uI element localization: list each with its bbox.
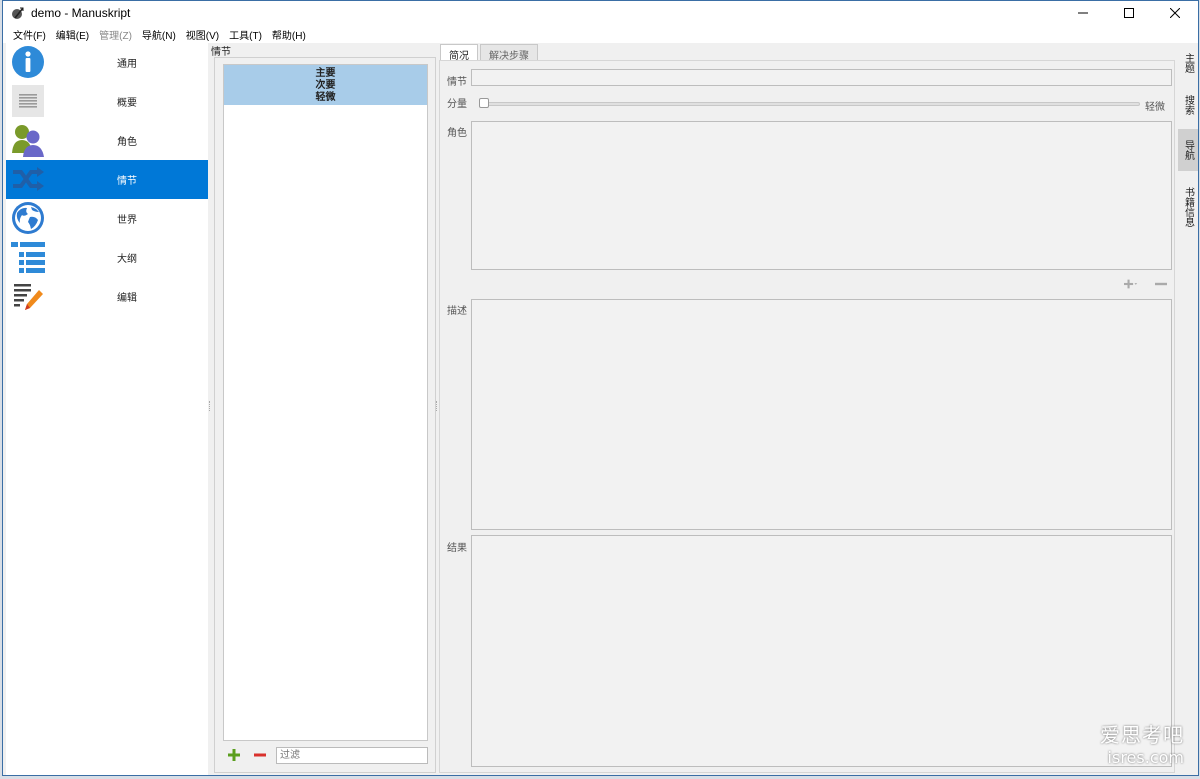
tab-book-info[interactable]: 书籍信息 [1178,177,1198,237]
detail-tabs: 简况 解决步骤 [440,44,540,62]
sidebar-item-label: 大纲 [117,254,137,265]
close-button[interactable] [1152,1,1198,25]
tab-search[interactable]: 搜索 [1178,87,1198,123]
plots-pane: 主要 次要 轻微 [214,57,436,773]
characters-list[interactable] [471,121,1172,270]
menu-bar: 文件(F) 编辑(E) 管理(Z) 导航(N) 视图(V) 工具(T) 帮助(H… [3,25,1198,43]
sidebar-item-label: 情节 [117,176,137,187]
importance-slider-track[interactable] [482,102,1140,106]
right-dock-tabs: 主题 搜索 导航 书籍信息 [1178,43,1198,773]
maximize-icon [1124,8,1134,18]
remove-plot-button[interactable] [253,748,267,762]
sidebar-item-label: 世界 [117,215,137,226]
close-icon [1170,8,1180,18]
remove-character-button[interactable] [1154,277,1168,291]
add-plot-button[interactable] [227,748,241,762]
splitter-handle[interactable] [436,401,438,411]
watermark-url: isres.com [1107,748,1184,767]
minimize-icon [1078,12,1088,14]
tab-theme[interactable]: 主题 [1178,45,1198,81]
sidebar-item-editor[interactable]: 编辑 [6,277,208,316]
minimize-button[interactable] [1060,1,1106,25]
sidebar-item-label: 概要 [117,98,137,109]
filter-input[interactable] [276,747,428,764]
plot-name-label: 情节 [447,77,467,88]
sidebar-item-world[interactable]: 世界 [6,199,208,238]
app-logo-icon [12,7,24,19]
window-controls [1060,1,1198,25]
main-window: demo - Manuskript 文件(F) 编辑(E) 管理(Z) 导航(N… [2,0,1199,776]
list-item[interactable]: 主要 [224,68,427,80]
sidebar-item-general[interactable]: 通用 [6,43,208,82]
sidebar-item-characters[interactable]: 角色 [6,121,208,160]
plots-header: 情节 [211,47,231,58]
plot-list[interactable]: 主要 次要 轻微 [223,64,428,741]
title-bar: demo - Manuskript [3,1,1198,25]
menu-navigate[interactable]: 导航(N) [142,27,176,42]
sidebar-item-plots[interactable]: 情节 [6,160,208,199]
sidebar-item-label: 角色 [117,137,137,148]
importance-slider-handle[interactable] [479,98,489,108]
tab-navigation[interactable]: 导航 [1178,129,1198,171]
watermark-text: 爱思考吧 [1100,723,1184,747]
splitter-handle[interactable] [209,401,211,411]
sidebar-item-label: 编辑 [117,293,137,304]
characters-label: 角色 [447,128,467,139]
list-item[interactable]: 轻微 [224,92,427,104]
tab-overview[interactable]: 简况 [440,44,478,62]
window-title: demo - Manuskript [31,6,131,20]
importance-value: 轻微 [1145,102,1165,113]
menu-edit[interactable]: 编辑(E) [56,27,89,42]
plot-list-selected-group[interactable]: 主要 次要 轻微 [224,65,427,105]
menu-tools[interactable]: 工具(T) [229,27,262,42]
sidebar-item-summary[interactable]: 概要 [6,82,208,121]
menu-view[interactable]: 视图(V) [186,27,219,42]
menu-file[interactable]: 文件(F) [13,27,46,42]
minus-icon [1155,282,1167,286]
menu-manage[interactable]: 管理(Z) [99,27,132,42]
description-label: 描述 [447,306,467,317]
detail-pane: 情节 分量 轻微 角色 描述 结果 [439,60,1175,773]
result-label: 结果 [447,543,467,554]
sidebar-item-outline[interactable]: 大纲 [6,238,208,277]
sidebar: 通用 概要 角色 情节 世界 大纲 编辑 [6,43,208,775]
description-textarea[interactable] [471,299,1172,530]
menu-help[interactable]: 帮助(H) [272,27,306,42]
sidebar-item-label: 通用 [117,59,137,70]
plot-name-input[interactable] [471,69,1172,86]
list-item[interactable]: 次要 [224,80,427,92]
result-textarea[interactable] [471,535,1172,767]
watermark: 爱思考吧 isres.com [1100,719,1184,767]
maximize-button[interactable] [1106,1,1152,25]
plus-dropdown-icon [1124,279,1138,289]
add-character-button[interactable] [1124,277,1138,291]
importance-label: 分量 [447,99,467,110]
tab-resolution-steps[interactable]: 解决步骤 [480,44,538,62]
plot-list-footer [215,744,435,770]
